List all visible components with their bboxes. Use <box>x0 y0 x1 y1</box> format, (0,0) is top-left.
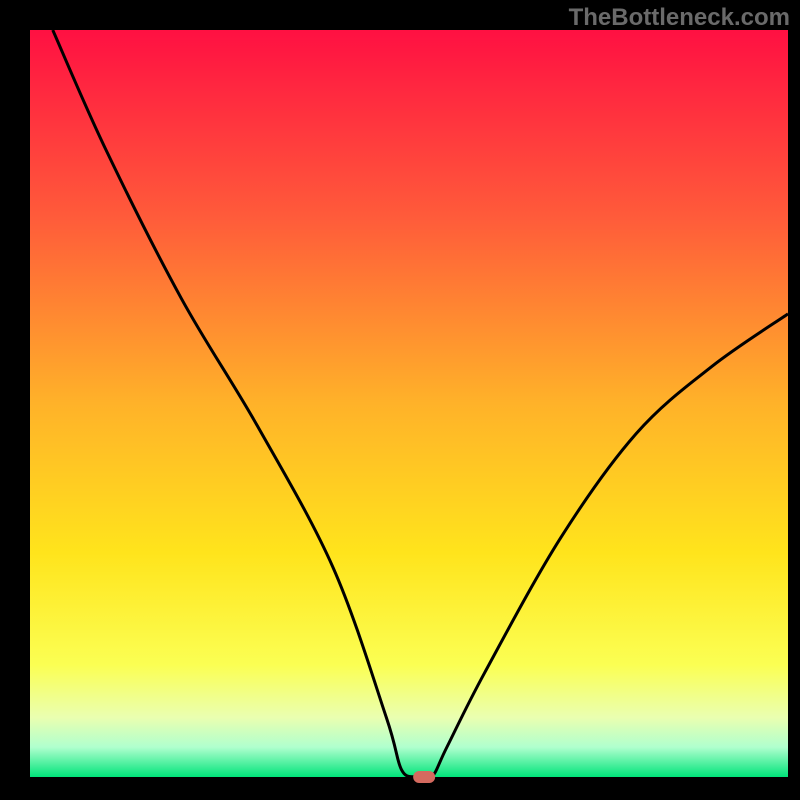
plot-background <box>30 30 788 777</box>
bottleneck-chart: TheBottleneck.com <box>0 0 800 800</box>
optimal-marker <box>413 771 435 783</box>
chart-svg <box>0 0 800 800</box>
watermark-text: TheBottleneck.com <box>569 4 790 32</box>
